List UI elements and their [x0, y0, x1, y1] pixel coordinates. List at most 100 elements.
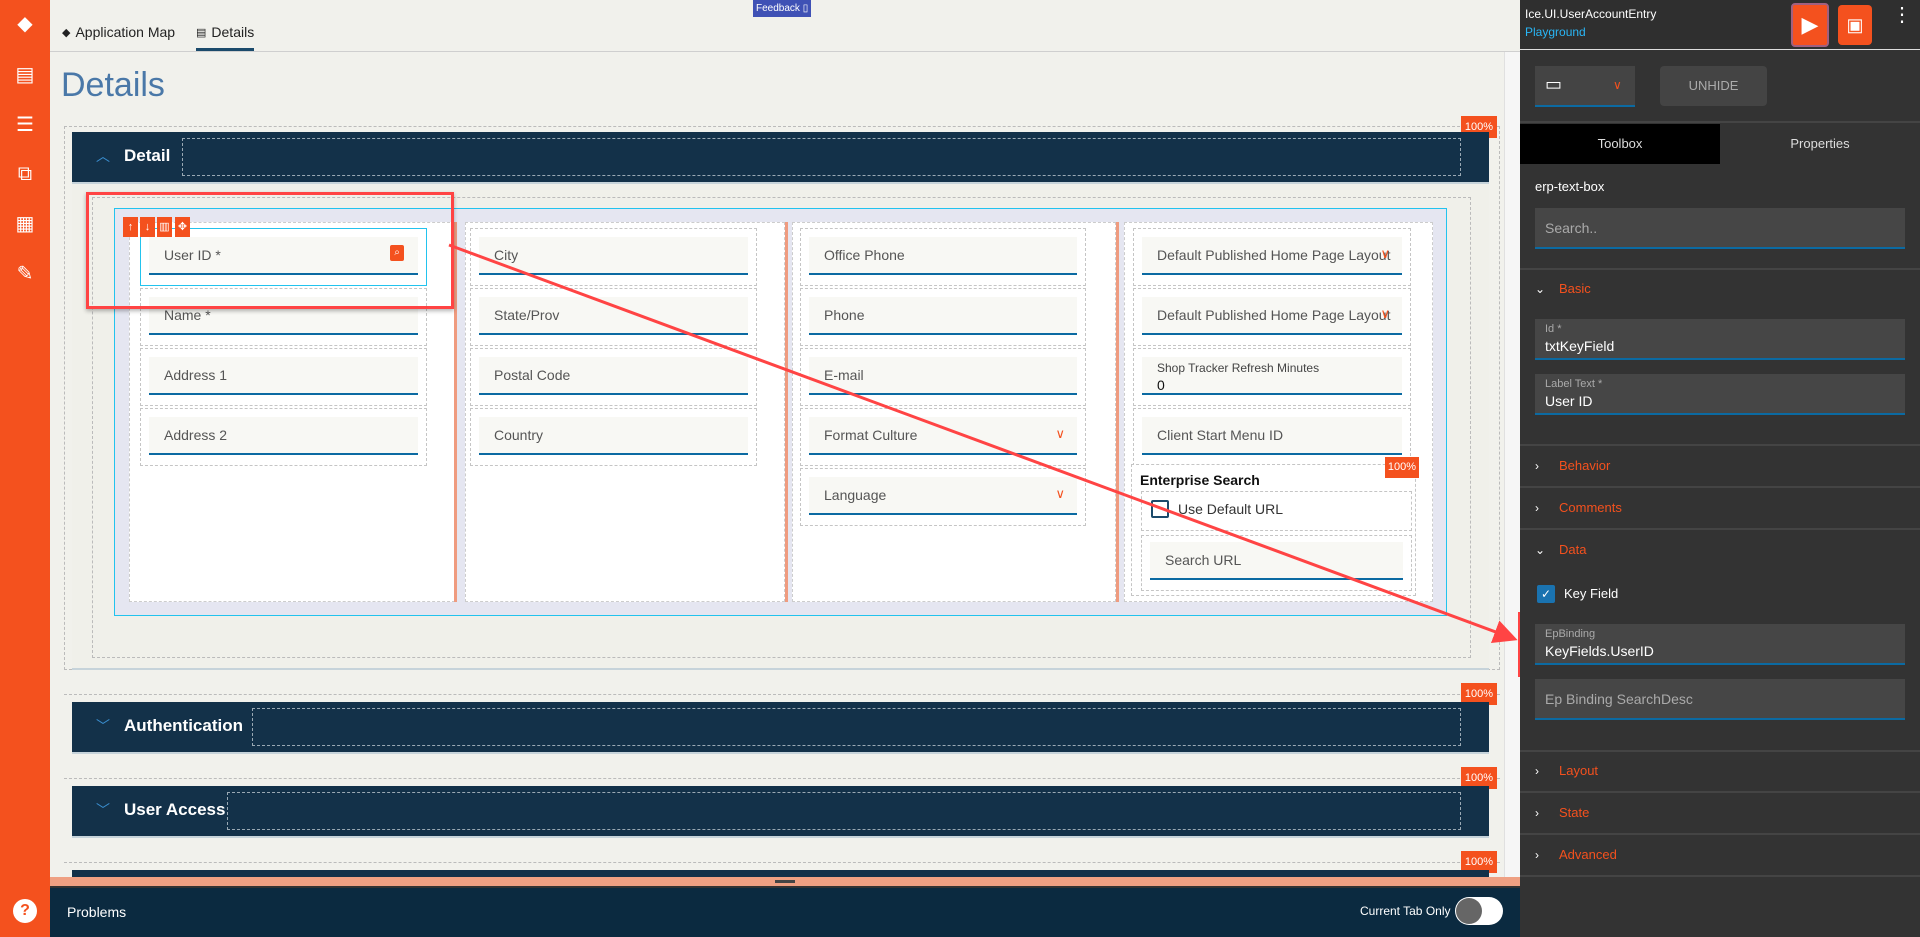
form-field[interactable]: E-mail	[800, 348, 1086, 406]
group-comments[interactable]: › Comments	[1535, 500, 1622, 515]
property-search-input[interactable]: Search..	[1535, 208, 1905, 249]
field-input[interactable]: Format Culture ∨	[809, 417, 1077, 455]
form-field[interactable]: City	[470, 228, 757, 286]
group-label: Behavior	[1559, 458, 1611, 473]
form-field[interactable]: Phone	[800, 288, 1086, 346]
field-label: Default Published Home Page Layout	[1157, 307, 1391, 323]
form-field[interactable]: Language ∨	[800, 468, 1086, 526]
group-advanced[interactable]: › Advanced	[1535, 847, 1617, 862]
form-field[interactable]: Postal Code	[470, 348, 757, 406]
group-layout[interactable]: › Layout	[1535, 763, 1598, 778]
use-default-url-checkbox[interactable]	[1151, 500, 1169, 518]
column-resizer[interactable]	[785, 222, 788, 602]
chevron-down-icon[interactable]: ﹀	[96, 800, 110, 820]
field-label: Address 2	[164, 427, 228, 443]
tab-details[interactable]: ▤ Details	[196, 24, 255, 51]
epbinding-searchdesc-field[interactable]: Ep Binding SearchDesc	[1535, 679, 1905, 720]
group-title: Enterprise Search	[1140, 472, 1260, 488]
field-input[interactable]: Address 2	[149, 417, 418, 455]
header-slot	[252, 708, 1461, 746]
field-input[interactable]: State/Prov	[479, 297, 748, 335]
field-input[interactable]: E-mail	[809, 357, 1077, 395]
section-header-user-access[interactable]: ﹀ User Access	[72, 786, 1489, 838]
field-input[interactable]: Language ∨	[809, 477, 1077, 515]
help-icon[interactable]: ?	[13, 899, 37, 923]
field-input[interactable]: City	[479, 237, 748, 275]
grid-icon[interactable]: ▦	[13, 212, 37, 236]
unhide-button[interactable]: UNHIDE	[1660, 66, 1767, 106]
group-label: Data	[1559, 542, 1587, 557]
field-input[interactable]: Country	[479, 417, 748, 455]
properties-panel: Ice.UI.UserAccountEntry Playground ▶ ▣ ⋮…	[1520, 0, 1920, 937]
chevron-down-icon: ∨	[1613, 78, 1622, 92]
play-button[interactable]: ▶	[1791, 3, 1829, 47]
field-input[interactable]: Postal Code	[479, 357, 748, 395]
device-dropdown[interactable]: ▭ ∨	[1535, 66, 1635, 107]
chevron-down-icon[interactable]: ﹀	[96, 716, 110, 736]
current-tab-only-toggle[interactable]	[1455, 897, 1503, 925]
search-url-field[interactable]: Search URL	[1141, 535, 1412, 591]
panel-resizer[interactable]	[50, 877, 1520, 886]
field-label: Phone	[824, 307, 865, 323]
field-input[interactable]: Address 1	[149, 357, 418, 395]
field-input[interactable]: Default Published Home Page Layout ∨	[1142, 297, 1402, 335]
checkbox-label: Use Default URL	[1178, 501, 1284, 517]
chevron-down-icon[interactable]: ∨	[1380, 306, 1390, 322]
field-input[interactable]: Client Start Menu ID	[1142, 417, 1402, 455]
checklist-icon[interactable]: ☰	[13, 113, 37, 137]
save-button[interactable]: ▣	[1838, 5, 1872, 45]
tab-properties[interactable]: Properties	[1720, 124, 1920, 164]
form-field[interactable]: Address 2	[140, 408, 427, 466]
form-field[interactable]: Address 1	[140, 348, 427, 406]
chevron-up-icon[interactable]: ︿	[96, 146, 110, 166]
group-label: Advanced	[1559, 847, 1617, 862]
form-field[interactable]: Country	[470, 408, 757, 466]
scrollbar[interactable]	[1504, 52, 1520, 877]
section-header-authentication[interactable]: ﹀ Authentication	[72, 702, 1489, 754]
group-basic[interactable]: ⌄ Basic	[1535, 281, 1591, 296]
field-label: Default Published Home Page Layout	[1157, 247, 1391, 263]
id-field[interactable]: Id * txtKeyField	[1535, 319, 1905, 360]
edit-doc-icon[interactable]: ✎	[13, 262, 37, 286]
chevron-down-icon[interactable]: ∨	[1055, 426, 1065, 442]
epbinding-field[interactable]: EpBinding KeyFields.UserID	[1535, 624, 1905, 665]
field-label: Search URL	[1165, 552, 1242, 568]
form-field[interactable]: Default Published Home Page Layout ∨	[1133, 288, 1411, 346]
tab-application-map[interactable]: ◆ Application Map	[62, 24, 175, 48]
field-input[interactable]: Phone	[809, 297, 1077, 335]
group-state[interactable]: › State	[1535, 805, 1589, 820]
flow-icon[interactable]: ⧉	[13, 162, 37, 186]
tab-toolbox[interactable]: Toolbox	[1520, 124, 1720, 164]
column-resizer[interactable]	[454, 222, 457, 602]
app-name: Ice.UI.UserAccountEntry	[1525, 7, 1657, 21]
layout-icon[interactable]: ▤	[13, 63, 37, 87]
section-outline	[64, 778, 1500, 779]
form-field[interactable]: State/Prov	[470, 288, 757, 346]
layers-icon[interactable]: ◆	[13, 12, 37, 36]
form-field[interactable]: Default Published Home Page Layout ∨	[1133, 228, 1411, 286]
form-field[interactable]: Client Start Menu ID	[1133, 408, 1411, 466]
key-field-checkbox[interactable]: ✓	[1537, 585, 1555, 603]
label-text-field[interactable]: Label Text * User ID	[1535, 374, 1905, 415]
form-field[interactable]: Format Culture ∨	[800, 408, 1086, 466]
field-input[interactable]: Shop Tracker Refresh Minutes 0	[1142, 357, 1402, 395]
kebab-menu-icon[interactable]: ⋮	[1892, 5, 1912, 25]
group-label: State	[1559, 805, 1590, 820]
chevron-down-icon[interactable]: ∨	[1055, 486, 1065, 502]
field-label: Format Culture	[824, 427, 918, 443]
form-field[interactable]: Shop Tracker Refresh Minutes 0	[1133, 348, 1411, 406]
form-field[interactable]: Office Phone	[800, 228, 1086, 286]
chevron-down-icon[interactable]: ∨	[1380, 246, 1390, 262]
field-label: Shop Tracker Refresh Minutes	[1157, 361, 1320, 375]
group-behavior[interactable]: › Behavior	[1535, 458, 1610, 473]
problems-label[interactable]: Problems	[67, 904, 126, 920]
field-label: EpBinding	[1545, 628, 1596, 640]
layers-icon: ◆	[62, 26, 71, 39]
field-input[interactable]: Office Phone	[809, 237, 1077, 275]
group-data[interactable]: ⌄ Data	[1535, 542, 1586, 557]
section-header-detail[interactable]: ︿ Detail	[72, 132, 1489, 184]
column-resizer[interactable]	[1116, 222, 1119, 602]
group-label: Basic	[1559, 281, 1591, 296]
feedback-button[interactable]: Feedback ▯	[753, 0, 811, 17]
field-input[interactable]: Default Published Home Page Layout ∨	[1142, 237, 1402, 275]
